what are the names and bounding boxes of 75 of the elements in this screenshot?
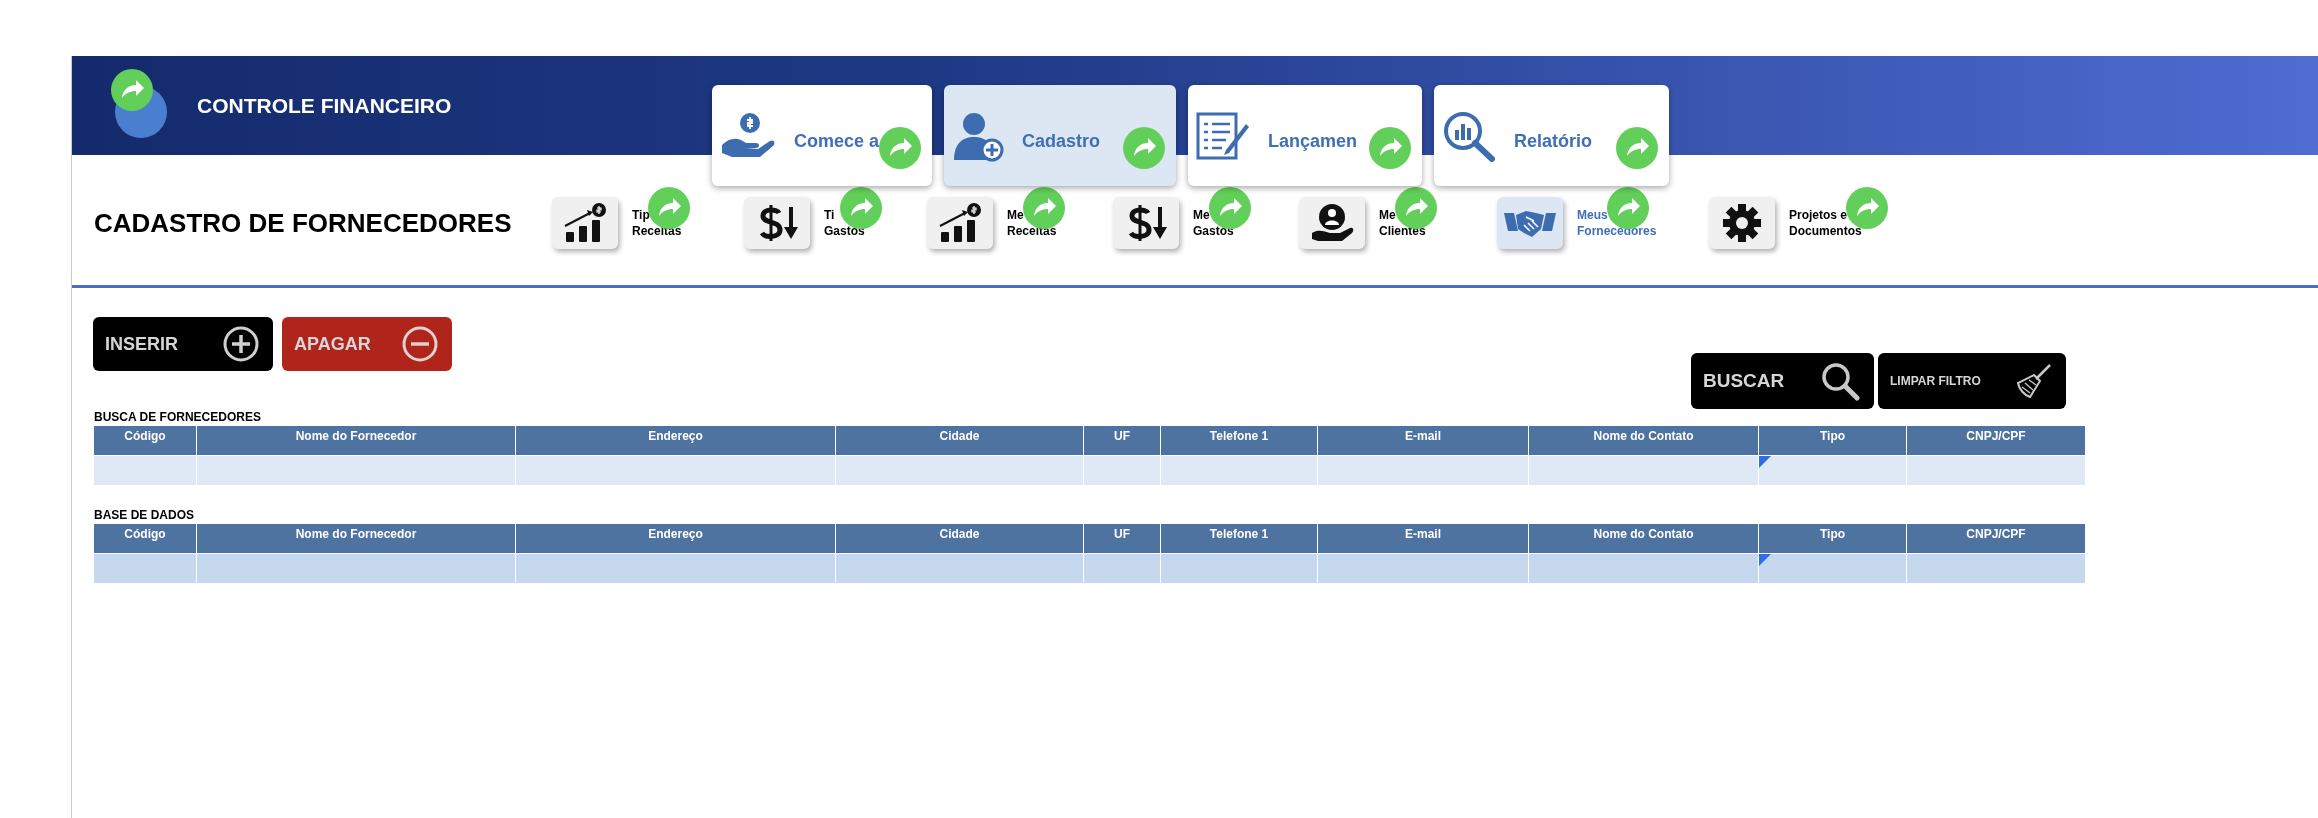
table-cell[interactable] (836, 455, 1084, 485)
form-pen-icon (1196, 111, 1250, 160)
column-header: UF (1084, 524, 1161, 553)
column-header: Telefone 1 (1161, 426, 1318, 455)
table-cell[interactable] (1084, 455, 1161, 485)
column-header: Tipo (1759, 524, 1907, 553)
table-cell[interactable] (1161, 553, 1318, 583)
column-header: Código (94, 426, 197, 455)
table-cell[interactable] (1907, 553, 2086, 583)
nav-tab[interactable]: Relatório (1434, 85, 1669, 186)
hand-person-icon (1310, 203, 1354, 243)
growth-chart-icon (937, 202, 983, 244)
table-cell[interactable] (1318, 553, 1529, 583)
nav-icon-button[interactable] (552, 197, 618, 249)
nav-label[interactable]: Ti Gastos (824, 207, 865, 239)
column-header: UF (1084, 426, 1161, 455)
nav-label[interactable]: Me Clientes (1379, 207, 1426, 239)
section-title: BUSCA DE FORNECEDORES (94, 409, 262, 426)
magnifier-chart-icon (1442, 109, 1496, 162)
app-title: CONTROLE FINANCEIRO (197, 93, 453, 118)
table-cell[interactable] (1318, 455, 1529, 485)
broom-icon (2016, 363, 2052, 399)
table-cell[interactable] (1529, 455, 1759, 485)
nav-icon-button[interactable] (744, 197, 810, 249)
search-icon (1820, 361, 1860, 401)
column-header: CNPJ/CPF (1907, 426, 2086, 455)
table-cell[interactable] (1759, 455, 1907, 485)
column-header: CNPJ/CPF (1907, 524, 2086, 553)
column-header: Nome do Contato (1529, 426, 1759, 455)
insert-button[interactable]: INSERIR (93, 317, 273, 371)
column-header: E-mail (1318, 426, 1529, 455)
delete-button[interactable]: APAGAR (282, 317, 452, 371)
table-cell[interactable] (197, 553, 516, 583)
column-header: Código (94, 524, 197, 553)
nav-label[interactable]: Tip Receitas (632, 207, 682, 239)
nav-label[interactable]: Me Gastos (1193, 207, 1234, 239)
table-cell[interactable] (1907, 455, 2086, 485)
column-header: Tipo (1759, 426, 1907, 455)
column-header: Cidade (836, 524, 1084, 553)
table-cell[interactable] (1084, 553, 1161, 583)
table-cell[interactable] (197, 455, 516, 485)
nav-icon-button[interactable] (1709, 197, 1775, 249)
table-cell[interactable] (94, 553, 197, 583)
nav-label[interactable]: Projetos e Documentos (1789, 207, 1862, 239)
nav-icon-button[interactable] (1299, 197, 1365, 249)
table-cell[interactable] (836, 553, 1084, 583)
table-cell[interactable] (1759, 553, 1907, 583)
nav-label[interactable]: Meus Fornecedores (1577, 207, 1657, 239)
table-cell[interactable] (1161, 455, 1318, 485)
clear-button[interactable]: LIMPAR FILTRO (1878, 353, 2066, 409)
column-header: E-mail (1318, 524, 1529, 553)
table-cell[interactable] (516, 455, 836, 485)
column-header: Cidade (836, 426, 1084, 455)
table-cell[interactable] (94, 455, 197, 485)
nav-tab[interactable]: Comece a (712, 85, 932, 186)
nav-label[interactable]: Me Receitas (1007, 207, 1057, 239)
section-title: BASE DE DADOS (94, 507, 195, 524)
column-header: Endereço (516, 426, 836, 455)
nav-icon-button[interactable] (1113, 197, 1179, 249)
page-title: CADASTRO DE FORNECEDORES (94, 207, 513, 239)
column-header: Nome do Fornecedor (197, 426, 516, 455)
nav-tab[interactable]: Lançamen (1188, 85, 1422, 186)
plus-circle-icon (223, 326, 259, 362)
minus-circle-icon (402, 326, 438, 362)
nav-icon-button[interactable] (927, 197, 993, 249)
column-header: Nome do Fornecedor (197, 524, 516, 553)
search-button[interactable]: BUSCAR (1691, 353, 1874, 409)
table-cell[interactable] (516, 553, 836, 583)
column-header: Endereço (516, 524, 836, 553)
nav-tab[interactable]: Cadastro (944, 85, 1176, 186)
growth-chart-icon (562, 202, 608, 244)
table-cell[interactable] (1529, 553, 1759, 583)
column-header: Telefone 1 (1161, 524, 1318, 553)
column-header: Nome do Contato (1529, 524, 1759, 553)
gear-icon (1722, 203, 1762, 243)
